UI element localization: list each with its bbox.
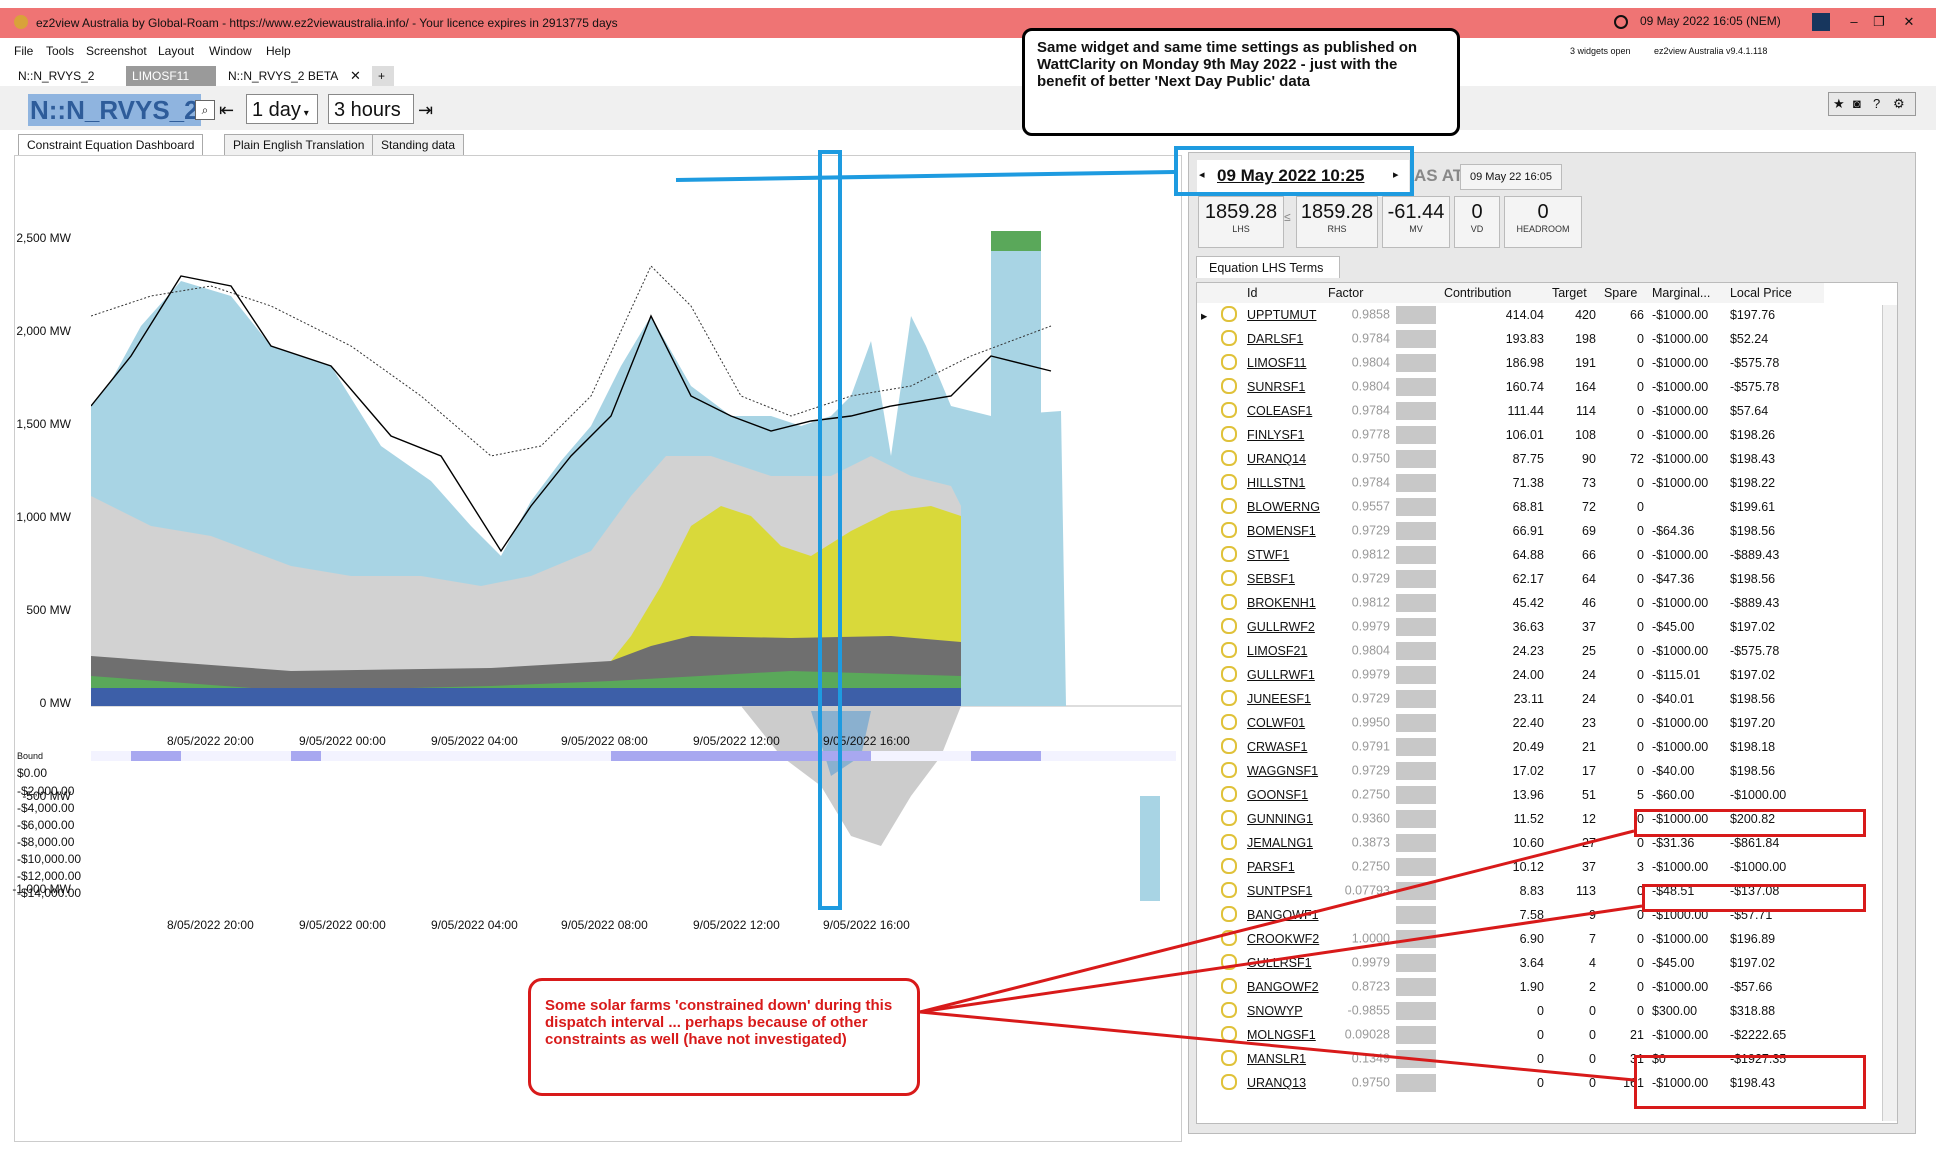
annotation-arrows [675, 170, 1643, 1082]
